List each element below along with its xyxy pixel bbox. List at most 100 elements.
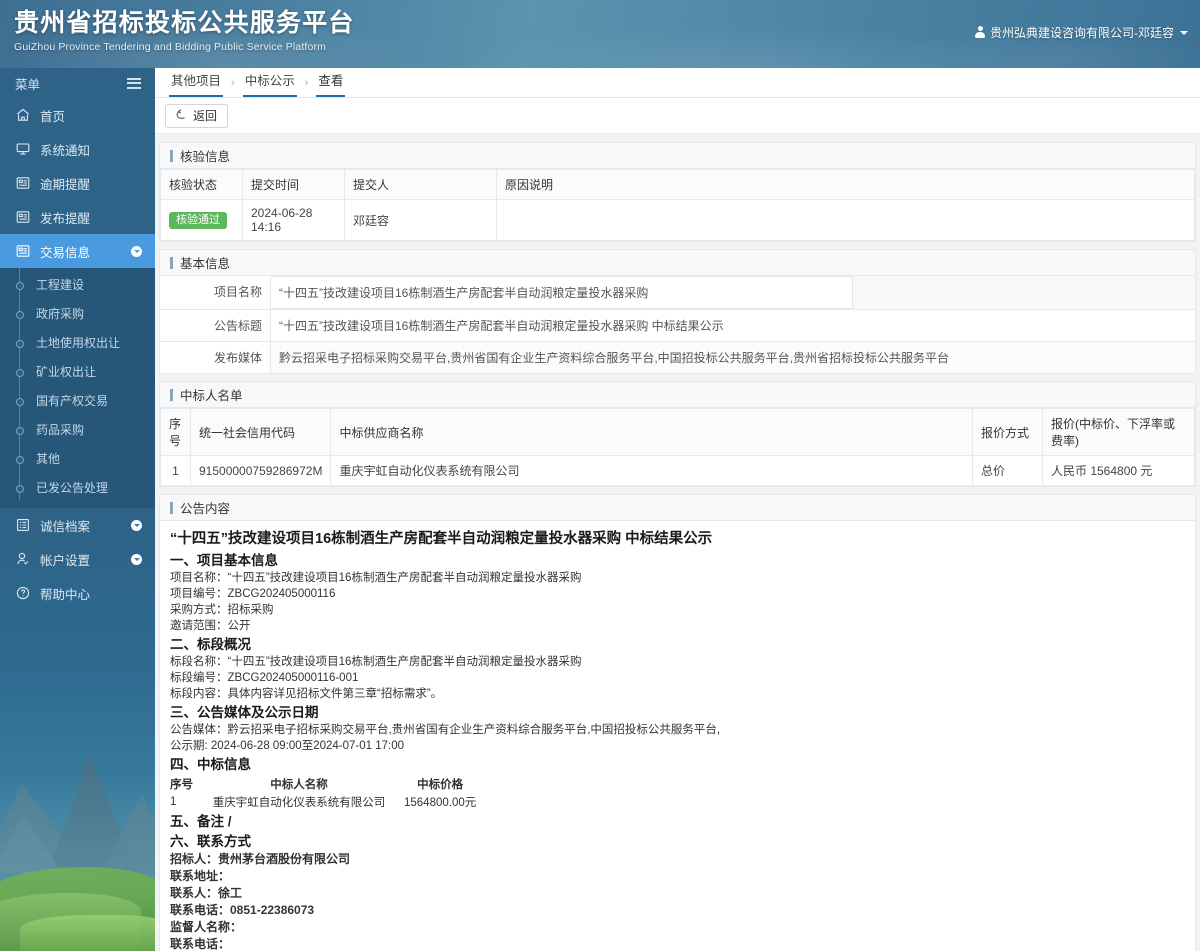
- contact-line: 监督人名称：: [170, 920, 243, 934]
- sidebar-item-label: 发布提醒: [40, 211, 91, 226]
- undo-icon: [176, 108, 188, 123]
- table-row: 1 重庆宇虹自动化仪表系统有限公司 1564800.00元: [170, 793, 486, 811]
- hamburger-icon[interactable]: [127, 77, 141, 89]
- field-announcement-title: 公告标题 “十四五”技改建设项目16栋制酒生产房配套半自动润粮定量投水器采购 中…: [160, 310, 1195, 342]
- contact-line: 联系地址：: [170, 869, 231, 883]
- sidebar-subitem-label: 矿业权出让: [36, 365, 97, 379]
- section1-line: 邀请范围：公开: [170, 620, 251, 632]
- sidebar-subitem-drug-procurement[interactable]: 药品采购: [0, 415, 155, 444]
- field-project-name: 项目名称 “十四五”技改建设项目16栋制酒生产房配套半自动润粮定量投水器采购: [160, 276, 1195, 310]
- panel-title: 基本信息: [160, 250, 1195, 276]
- table-row: 核验通过 2024-06-28 14:16 邓廷容: [160, 199, 1195, 241]
- table-header-row: 序号 统一社会信用代码 中标供应商名称 报价方式 报价(中标价、下浮率或费率): [160, 408, 1195, 456]
- field-value: 黔云招采电子招标采购交易平台,贵州省国有企业生产资料综合服务平台,中国招投标公共…: [270, 342, 1195, 373]
- sidebar-subitem-label: 药品采购: [36, 423, 85, 437]
- sidebar-item-label: 帐户设置: [40, 553, 91, 568]
- col-submit-time: 提交时间: [242, 169, 345, 200]
- sidebar-subitem-published-handling[interactable]: 已发公告处理: [0, 473, 155, 502]
- sidebar-item-account-settings[interactable]: 帐户设置: [0, 542, 155, 576]
- sidebar-item-help-center[interactable]: 帮助中心: [0, 576, 155, 610]
- app-root: 贵州省招标投标公共服务平台 GuiZhou Province Tendering…: [0, 0, 1200, 951]
- cell-submitter: 邓廷容: [344, 199, 497, 241]
- breadcrumb-item-view[interactable]: 查看: [316, 69, 346, 97]
- announcement-doc-title: “十四五”技改建设项目16栋制酒生产房配套半自动润粮定量投水器采购 中标结果公示: [170, 531, 713, 547]
- col-price-type: 报价方式: [972, 408, 1043, 456]
- section2-line: 标段名称：“十四五”技改建设项目16栋制酒生产房配套半自动润粮定量投水器采购: [170, 656, 582, 668]
- cell-submit-time: 2024-06-28 14:16: [242, 199, 345, 241]
- basic-info-panel: 基本信息 项目名称 “十四五”技改建设项目16栋制酒生产房配套半自动润粮定量投水…: [159, 249, 1196, 374]
- sidebar-subitem-state-property[interactable]: 国有产权交易: [0, 386, 155, 415]
- section3-line: 公告媒体：黔云招采电子招标采购交易平台,贵州省国有企业生产资料综合服务平台,中国…: [170, 724, 721, 736]
- winner-list-panel: 中标人名单 序号 统一社会信用代码 中标供应商名称 报价方式 报价(中标价、下浮…: [159, 381, 1196, 487]
- sidebar-item-label: 诚信档案: [40, 519, 91, 534]
- field-label: 公告标题: [160, 310, 270, 341]
- sidebar-subitem-label: 其他: [36, 452, 61, 466]
- breadcrumb-separator: ›: [231, 76, 235, 89]
- table-row: 1 91500000759286972M 重庆宇虹自动化仪表系统有限公司 总价 …: [160, 455, 1195, 486]
- col-reason: 原因说明: [496, 169, 1195, 200]
- sidebar-subitem-engineering[interactable]: 工程建设: [0, 270, 155, 299]
- sidebar-subitem-other[interactable]: 其他: [0, 444, 155, 473]
- section-heading-6: 六、联系方式: [170, 834, 251, 849]
- sidebar-subitem-label: 工程建设: [36, 278, 85, 292]
- sidebar-item-label: 交易信息: [40, 245, 91, 260]
- main-content: 其他项目 › 中标公示 › 查看 返回 核验信息 核验状态 提交时间 提交人 原…: [155, 68, 1200, 951]
- contact-line: 联系电话：0851-22386073: [170, 903, 315, 917]
- section-heading-5: 五、备注 /: [170, 814, 232, 829]
- col-status: 核验状态: [160, 169, 243, 200]
- section1-line: 项目名称：“十四五”技改建设项目16栋制酒生产房配套半自动润粮定量投水器采购: [170, 572, 582, 584]
- help-icon: [15, 585, 31, 601]
- section1-line: 项目编号：ZBCG202405000116: [170, 588, 336, 600]
- cell-supplier: 重庆宇虹自动化仪表系统有限公司: [330, 455, 973, 486]
- breadcrumb-item-other-projects[interactable]: 其他项目: [169, 69, 224, 97]
- cell-winner-name: 重庆宇虹自动化仪表系统有限公司: [212, 797, 386, 809]
- sidebar-item-credit-archive[interactable]: 诚信档案: [0, 508, 155, 542]
- toolbar: 返回: [155, 98, 1200, 134]
- sidebar-subitem-mining-right[interactable]: 矿业权出让: [0, 357, 155, 386]
- sidebar-subitem-land-use-right[interactable]: 土地使用权出让: [0, 328, 155, 357]
- sidebar-item-home[interactable]: 首页: [0, 98, 155, 132]
- sidebar: 菜单 首页 系统通知 逾期提醒 发布提醒 交易信息 工程建设 政府采购 土地使用…: [0, 68, 155, 951]
- cell-price: 人民币 1564800 元: [1042, 455, 1195, 486]
- sidebar-item-label: 逾期提醒: [40, 177, 91, 192]
- sidebar-subitem-label: 政府采购: [36, 307, 85, 321]
- back-button[interactable]: 返回: [165, 103, 229, 128]
- col-supplier: 中标供应商名称: [330, 408, 973, 456]
- chevron-right-icon: [131, 553, 142, 565]
- content-scroll-area[interactable]: 核验信息 核验状态 提交时间 提交人 原因说明 核验通过 2024-06-28 …: [155, 134, 1200, 951]
- panel-title: 核验信息: [160, 143, 1195, 169]
- table-header-row: 核验状态 提交时间 提交人 原因说明: [160, 169, 1195, 200]
- breadcrumb-item-bid-announcement[interactable]: 中标公示: [242, 69, 297, 97]
- sidebar-menu-label: 菜单: [15, 77, 41, 92]
- col-submitter: 提交人: [344, 169, 497, 200]
- col-no: 序号: [160, 408, 191, 456]
- section-heading-4: 四、中标信息: [170, 757, 251, 772]
- cell-winner-price: 1564800.00元: [404, 797, 477, 809]
- contact-line: 招标人：贵州茅台酒股份有限公司: [170, 852, 351, 866]
- col-winner-price: 中标价格: [417, 779, 464, 791]
- contact-line: 联系电话：: [170, 937, 231, 951]
- announcement-body: “十四五”技改建设项目16栋制酒生产房配套半自动润粮定量投水器采购 中标结果公示…: [160, 521, 1195, 951]
- user-name-label: 贵州弘典建设咨询有限公司-邓廷容: [990, 26, 1174, 40]
- field-label: 发布媒体: [160, 342, 270, 373]
- sidebar-item-publish-reminder[interactable]: 发布提醒: [0, 200, 155, 234]
- cell-price-type: 总价: [972, 455, 1043, 486]
- col-winner-name: 中标人名称: [270, 779, 328, 791]
- site-title-cn: 贵州省招标投标公共服务平台: [14, 9, 355, 37]
- section-heading-1: 一、项目基本信息: [170, 553, 278, 568]
- sidebar-item-transaction-info[interactable]: 交易信息: [0, 234, 155, 268]
- chevron-down-icon: [1180, 30, 1188, 35]
- section2-line: 标段编号：ZBCG202405000116-001: [170, 672, 359, 684]
- section2-line: 标段内容：具体内容详见招标文件第三章“招标需求”。: [170, 688, 443, 700]
- sidebar-item-overdue-reminder[interactable]: 逾期提醒: [0, 166, 155, 200]
- cell-reason: [496, 199, 1195, 241]
- section-heading-3: 三、公告媒体及公示日期: [170, 705, 319, 720]
- field-publish-media: 发布媒体 黔云招采电子招标采购交易平台,贵州省国有企业生产资料综合服务平台,中国…: [160, 342, 1195, 373]
- user-menu[interactable]: 贵州弘典建设咨询有限公司-邓廷容: [974, 24, 1188, 41]
- sidebar-item-label: 帮助中心: [40, 587, 91, 602]
- back-button-label: 返回: [193, 109, 218, 123]
- sidebar-subitem-gov-procurement[interactable]: 政府采购: [0, 299, 155, 328]
- col-no: 序号: [170, 779, 193, 791]
- cell-status: 核验通过: [160, 199, 243, 241]
- sidebar-item-system-notice[interactable]: 系统通知: [0, 132, 155, 166]
